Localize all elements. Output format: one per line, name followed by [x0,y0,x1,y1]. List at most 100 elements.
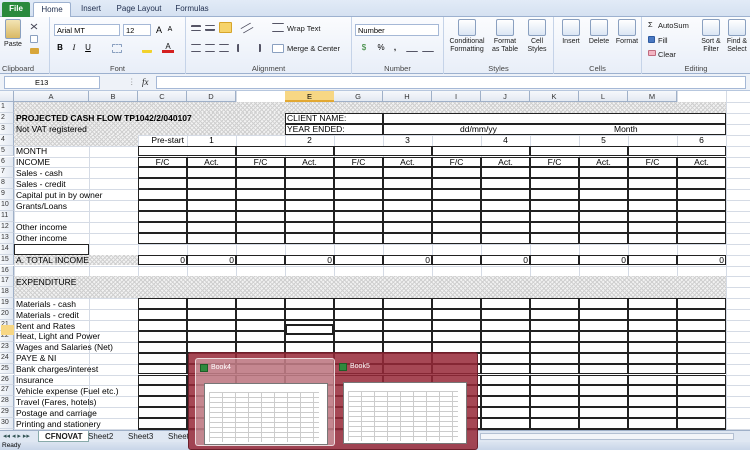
sheet-tab-sheet[interactable]: Sheet [168,431,189,442]
income-input-cell[interactable] [285,211,334,222]
income-input-cell[interactable] [138,167,187,179]
income-input-cell[interactable] [236,221,285,233]
date-input[interactable] [383,123,726,135]
income-input-cell[interactable] [383,167,432,179]
income-input-cell[interactable] [628,211,677,222]
expenditure-input-cell[interactable] [530,385,579,397]
expenditure-input-cell[interactable] [628,352,677,364]
expenditure-input-cell[interactable] [579,330,628,342]
expenditure-input-cell[interactable] [579,352,628,364]
expenditure-input-cell[interactable] [138,407,187,419]
income-input-cell[interactable] [334,232,383,244]
total-income-cell[interactable] [628,254,677,266]
row-header-selected[interactable] [1,325,14,335]
column-header-selected[interactable]: E [285,91,334,102]
expenditure-input-cell[interactable] [138,298,187,310]
income-input-cell[interactable] [383,211,432,222]
row-header-30[interactable]: 30 [0,418,14,429]
align-right-icon[interactable] [219,44,229,52]
preview-book5[interactable]: Book5 [335,358,475,446]
align-bottom-icon[interactable] [219,22,232,33]
expenditure-input-cell[interactable] [628,309,677,320]
sheet-tab-cfnovat[interactable]: CFNOVAT [38,431,90,442]
row-header-11[interactable]: 11 [0,211,14,222]
income-input-cell[interactable] [530,178,579,190]
horizontal-scrollbar[interactable] [480,433,734,440]
align-top-icon[interactable] [191,25,201,31]
expenditure-input-cell[interactable] [677,341,726,353]
income-input-cell[interactable] [285,221,334,233]
expenditure-input-cell[interactable] [481,330,530,342]
expenditure-input-cell[interactable] [530,309,579,320]
select-all-corner[interactable] [0,91,14,102]
sheet-nav-arrows[interactable]: ◂◂ ◂ ▸ ▸▸ [3,432,30,440]
row-header-25[interactable]: 25 [0,363,14,375]
income-input-cell[interactable] [187,167,236,179]
percent-button[interactable]: % [376,42,386,54]
expenditure-input-cell[interactable] [481,309,530,320]
income-input-cell[interactable] [481,211,530,222]
expenditure-input-cell[interactable] [285,309,334,320]
expenditure-input-cell[interactable] [530,374,579,386]
expenditure-input-cell[interactable] [481,396,530,408]
income-input-cell[interactable] [432,211,481,222]
delete-cells-button[interactable]: Delete [585,19,613,46]
income-input-cell[interactable] [481,232,530,244]
expenditure-input-cell[interactable] [481,374,530,386]
income-input-cell[interactable] [677,200,726,211]
insert-function-button[interactable]: fx [142,77,149,87]
income-input-cell[interactable] [138,200,187,211]
row-header-29[interactable]: 29 [0,407,14,419]
row-header-26[interactable]: 26 [0,374,14,386]
bold-button[interactable]: B [54,42,66,54]
income-input-cell[interactable] [236,189,285,201]
expenditure-input-cell[interactable] [579,374,628,386]
expenditure-input-cell[interactable] [138,374,187,386]
income-input-cell[interactable] [677,221,726,233]
income-input-cell[interactable] [432,232,481,244]
expenditure-input-cell[interactable] [628,396,677,408]
format-as-table-button[interactable]: Format as Table [490,19,520,54]
income-input-cell[interactable] [383,200,432,211]
expenditure-input-cell[interactable] [481,418,530,429]
expenditure-input-cell[interactable] [236,298,285,310]
expenditure-input-cell[interactable] [677,418,726,429]
expenditure-input-cell[interactable] [628,320,677,331]
format-painter-icon[interactable] [30,48,39,54]
row-header-4[interactable]: 4 [0,134,14,146]
expenditure-input-cell[interactable] [628,298,677,310]
income-input-cell[interactable] [628,221,677,233]
expenditure-input-cell[interactable] [138,352,187,364]
expenditure-input-cell[interactable] [383,309,432,320]
align-left-icon[interactable] [191,44,201,52]
income-input-cell[interactable] [481,167,530,179]
expenditure-input-cell[interactable] [236,309,285,320]
expenditure-input-cell[interactable] [628,341,677,353]
income-input-cell[interactable] [530,232,579,244]
month-input[interactable] [432,145,530,157]
income-input-cell[interactable] [236,178,285,190]
income-input-cell[interactable] [285,200,334,211]
expenditure-input-cell[interactable] [138,320,187,331]
expenditure-input-cell[interactable] [579,407,628,419]
income-input-cell[interactable] [579,211,628,222]
income-input-cell[interactable] [187,211,236,222]
expenditure-input-cell[interactable] [481,298,530,310]
italic-button[interactable]: I [68,42,80,54]
expenditure-input-cell[interactable] [677,385,726,397]
expenditure-input-cell[interactable] [530,341,579,353]
expenditure-input-cell[interactable] [530,396,579,408]
preview-book4[interactable]: Book4 [195,358,335,446]
autosum-button[interactable]: AutoSum [658,21,689,30]
income-input-cell[interactable] [383,221,432,233]
sheet-tab-sheet2[interactable]: Sheet2 [88,431,113,442]
expenditure-input-cell[interactable] [579,341,628,353]
expenditure-input-cell[interactable] [677,298,726,310]
expenditure-input-cell[interactable] [138,418,187,429]
expenditure-input-cell[interactable] [481,320,530,331]
income-input-cell[interactable] [138,211,187,222]
row-header-3[interactable]: 3 [0,123,14,135]
expenditure-input-cell[interactable] [530,418,579,429]
column-header-k[interactable]: K [530,91,579,102]
column-header-i[interactable]: I [432,91,481,102]
